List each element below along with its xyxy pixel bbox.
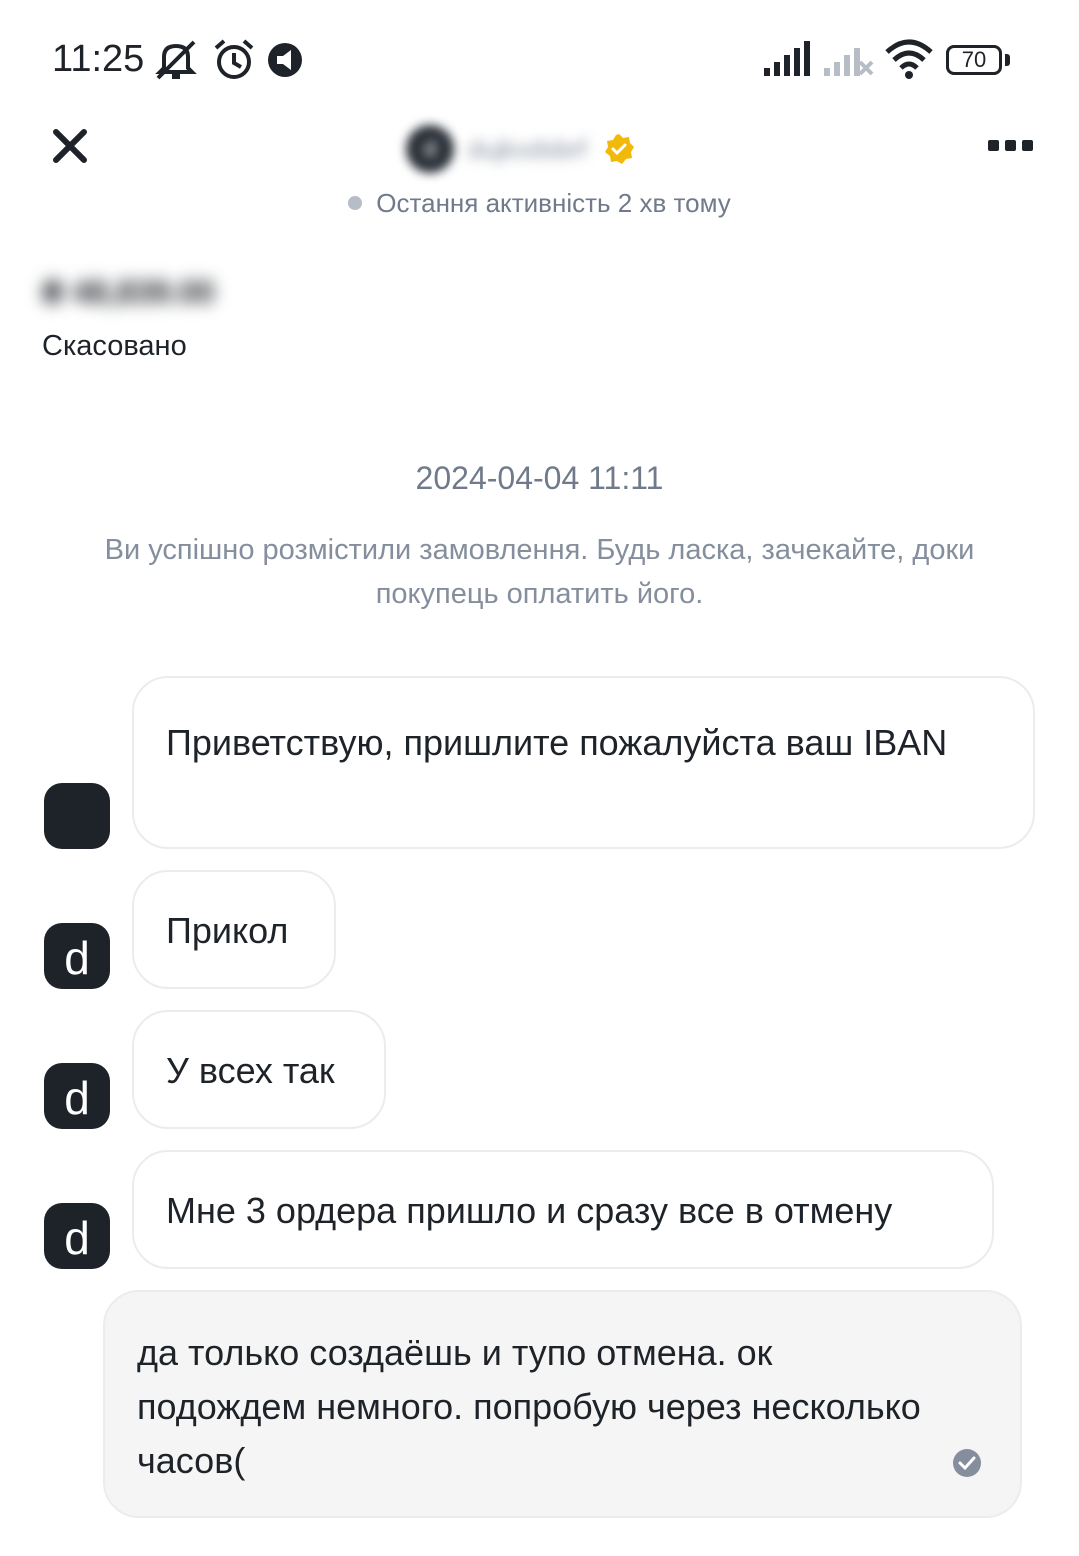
message-text: да только создаёшь и тупо отмена. ок под… [137,1332,921,1481]
notification-icon [268,43,302,77]
peer-avatar-small: d [44,923,110,989]
wifi-icon [885,39,933,79]
peer-name: dujkxdsbrf [468,133,587,164]
message-text: Мне 3 ордера пришло и сразу все в отмену [166,1190,893,1231]
more-dot [988,140,999,151]
close-icon[interactable] [50,126,90,166]
order-amount: ₴ 48,839.00 [42,274,215,310]
read-check-icon [953,1449,981,1477]
message-bubble: У всех так [132,1010,386,1129]
peer-avatar-small [44,783,110,849]
message-bubble: Прикол [132,870,336,989]
message-text: Приветствую, пришлите пожалуйста ваш IBA… [166,722,948,763]
battery-icon: 70 [946,45,1002,75]
status-bar: 11:25 70 [0,0,1079,110]
peer-avatar-small: d [44,1063,110,1129]
battery-level: 70 [961,47,987,72]
battery-tip [1005,54,1010,66]
last-activity: Остання активність 2 хв тому [0,188,1079,219]
last-activity-text: Остання активність 2 хв тому [376,188,731,218]
system-message: Ви успішно розмістили замовлення. Будь л… [104,534,975,610]
bell-off-icon [155,40,197,80]
message-bubble: Приветствую, пришлите пожалуйста ваш IBA… [132,676,1035,849]
peer-info[interactable]: d dujkxdsbrf [406,124,635,174]
status-time: 11:25 [52,38,145,80]
message-bubble: Мне 3 ордера пришло и сразу все в отмену [132,1150,994,1269]
chat-header: d dujkxdsbrf Остання активність 2 хв том… [0,110,1079,230]
message-text: У всех так [166,1050,335,1091]
signal-no-sim-icon [824,48,874,76]
message-text: Прикол [166,910,289,951]
peer-avatar-small: d [44,1203,110,1269]
own-message-bubble: да только создаёшь и тупо отмена. ок под… [103,1290,1022,1518]
system-timestamp: 2024-04-04 11:11 [415,460,664,496]
alarm-icon [214,39,254,79]
signal-icon [764,41,810,76]
offline-dot-icon [348,196,363,210]
order-status: Скасовано [42,330,187,362]
more-dot [1022,140,1033,151]
more-dot [1005,140,1016,151]
peer-avatar: d [406,125,454,173]
verified-badge-icon [604,134,634,164]
more-options-button[interactable] [986,132,1036,156]
